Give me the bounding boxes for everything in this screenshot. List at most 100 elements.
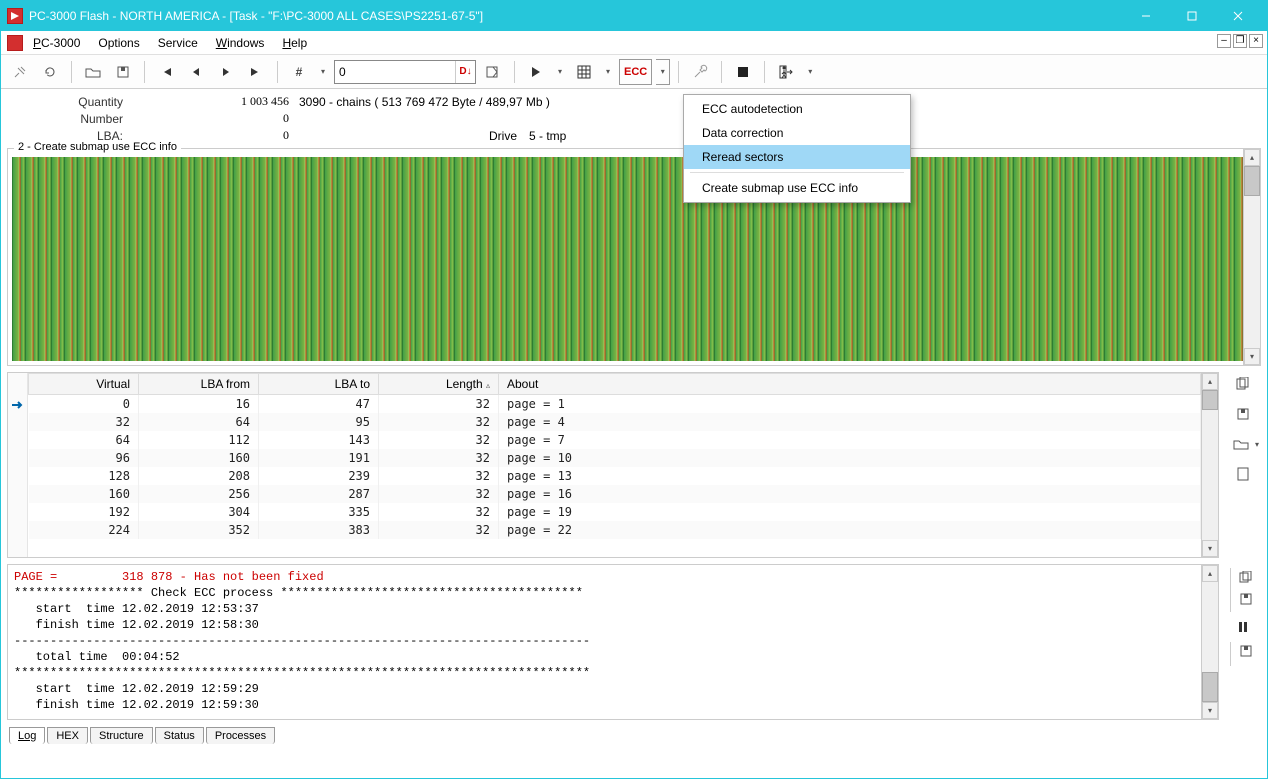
mdi-minimize-button[interactable]: – [1217, 34, 1231, 48]
save-icon[interactable] [1229, 402, 1257, 426]
refresh-icon[interactable] [37, 59, 63, 85]
menu-service[interactable]: Service [150, 34, 206, 52]
jump-input-group: D↓ [334, 60, 476, 84]
menu-reread-sectors[interactable]: Reread sectors [684, 145, 910, 169]
number-value: 0 [129, 111, 289, 126]
first-icon[interactable] [153, 59, 179, 85]
copy-icon[interactable] [1235, 568, 1257, 586]
mdi-close-button[interactable]: × [1249, 34, 1263, 48]
jump-mode-icon[interactable]: D↓ [455, 61, 475, 83]
hash-dropdown-icon[interactable]: ▾ [316, 59, 330, 85]
menu-pc3000[interactable]: PC-3000 [25, 34, 88, 52]
map-scrollbar[interactable]: ▴ ▾ [1243, 149, 1260, 365]
grid-icon[interactable] [571, 59, 597, 85]
app-icon [7, 8, 23, 24]
pause-icon[interactable] [1232, 618, 1254, 636]
table-row[interactable]: 16025628732page = 16 [29, 485, 1201, 503]
lba-table: Virtual LBA from LBA to Length ▵ About 0… [7, 372, 1219, 558]
pin-icon[interactable] [7, 59, 33, 85]
app-icon-small [7, 35, 23, 51]
tab-log[interactable]: Log [9, 727, 45, 744]
copy-icon[interactable] [1229, 372, 1257, 396]
title-bar: PC-3000 Flash - NORTH AMERICA - [Task - … [1, 1, 1267, 31]
drive-label: Drive [489, 129, 529, 143]
jump-input[interactable] [335, 62, 455, 82]
tab-hex[interactable]: HEX [47, 727, 88, 744]
scroll-down-icon[interactable]: ▾ [1202, 702, 1218, 719]
hash-icon[interactable]: # [286, 59, 312, 85]
last-icon[interactable] [243, 59, 269, 85]
maximize-button[interactable] [1169, 1, 1215, 31]
bottom-tab-bar: Log HEX Structure Status Processes [1, 722, 1267, 744]
log-side-tools [1225, 564, 1261, 720]
exit-dropdown-icon[interactable]: ▾ [803, 59, 817, 85]
open-dropdown-icon[interactable]: ▾ [1255, 440, 1259, 449]
document-icon[interactable] [1229, 462, 1257, 486]
prev-icon[interactable] [183, 59, 209, 85]
ecc-button[interactable]: ECC [619, 59, 652, 85]
tab-processes[interactable]: Processes [206, 727, 275, 744]
play-icon[interactable] [523, 59, 549, 85]
close-button[interactable] [1215, 1, 1261, 31]
menu-windows[interactable]: Windows [208, 34, 273, 52]
scroll-up-icon[interactable]: ▴ [1202, 565, 1218, 582]
map-legend: 2 - Create submap use ECC info [14, 141, 181, 153]
map-groupbox: 2 - Create submap use ECC info ▴ ▾ [7, 148, 1261, 366]
mdi-restore-button[interactable]: ❐ [1233, 34, 1247, 48]
col-virtual[interactable]: Virtual [29, 374, 139, 395]
scroll-down-icon[interactable]: ▾ [1202, 540, 1218, 557]
play-dropdown-icon[interactable]: ▾ [553, 59, 567, 85]
sector-map[interactable] [12, 157, 1243, 361]
table-scrollbar[interactable]: ▴ ▾ [1201, 373, 1218, 557]
scroll-thumb[interactable] [1244, 166, 1260, 196]
quantity-label: Quantity [9, 95, 129, 109]
tab-status[interactable]: Status [155, 727, 204, 744]
window-title: PC-3000 Flash - NORTH AMERICA - [Task - … [29, 9, 1123, 23]
scroll-up-icon[interactable]: ▴ [1244, 149, 1260, 166]
menu-help[interactable]: Help [274, 34, 315, 52]
table-row[interactable]: 6411214332page = 7 [29, 431, 1201, 449]
number-label: Number [9, 112, 129, 126]
quantity-value: 1 003 456 [129, 94, 289, 109]
next-icon[interactable] [213, 59, 239, 85]
exit-icon[interactable] [773, 59, 799, 85]
info-panel: Quantity 1 003 456 3090 - chains ( 513 7… [1, 89, 1267, 146]
table-row[interactable]: 12820823932page = 13 [29, 467, 1201, 485]
table-side-tools: ▾ [1225, 372, 1261, 558]
table-row[interactable]: 32649532page = 4 [29, 413, 1201, 431]
current-row-icon [8, 395, 27, 414]
goto-icon[interactable] [480, 59, 506, 85]
table-row[interactable]: 9616019132page = 10 [29, 449, 1201, 467]
menu-ecc-autodetection[interactable]: ECC autodetection [684, 97, 910, 121]
stop-icon[interactable] [730, 59, 756, 85]
save-icon[interactable] [1235, 590, 1257, 608]
log-scrollbar[interactable]: ▴ ▾ [1201, 565, 1218, 719]
open-icon[interactable] [80, 59, 106, 85]
menu-data-correction[interactable]: Data correction [684, 121, 910, 145]
quantity-extra: 3090 - chains ( 513 769 472 Byte / 489,9… [299, 95, 550, 109]
grid-dropdown-icon[interactable]: ▾ [601, 59, 615, 85]
minimize-button[interactable] [1123, 1, 1169, 31]
drive-value: 5 - tmp [529, 129, 566, 143]
col-lba-to[interactable]: LBA to [259, 374, 379, 395]
ecc-dropdown-icon[interactable]: ▾ [656, 59, 670, 85]
scroll-down-icon[interactable]: ▾ [1244, 348, 1260, 365]
toolbar: # ▾ D↓ ▾ ▾ ECC ▾ ▾ [1, 55, 1267, 89]
tools-icon[interactable] [687, 59, 713, 85]
table-row[interactable]: 22435238332page = 22 [29, 521, 1201, 539]
menu-create-submap[interactable]: Create submap use ECC info [684, 176, 910, 200]
ecc-dropdown-menu: ECC autodetection Data correction Reread… [683, 94, 911, 203]
scroll-thumb[interactable] [1202, 672, 1218, 702]
menu-options[interactable]: Options [90, 34, 147, 52]
tab-structure[interactable]: Structure [90, 727, 153, 744]
open-icon[interactable] [1227, 432, 1255, 456]
col-lba-from[interactable]: LBA from [139, 374, 259, 395]
table-row[interactable]: 19230433532page = 19 [29, 503, 1201, 521]
col-about[interactable]: About [499, 374, 1201, 395]
save-icon[interactable] [110, 59, 136, 85]
save-icon[interactable] [1235, 642, 1257, 660]
scroll-up-icon[interactable]: ▴ [1202, 373, 1218, 390]
scroll-thumb[interactable] [1202, 390, 1218, 410]
table-row[interactable]: 0164732page = 1 [29, 395, 1201, 414]
col-length[interactable]: Length ▵ [379, 374, 499, 395]
